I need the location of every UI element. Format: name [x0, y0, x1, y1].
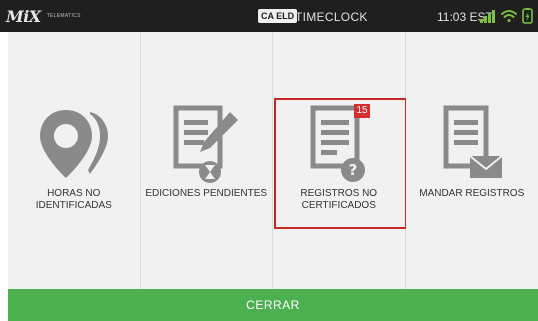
tile-label: EDICIONES PENDIENTES — [145, 188, 268, 199]
status-icons — [480, 8, 533, 24]
status-bar: MiX TELEMATICS CA ELD TIMECLOCK 11:03 ES… — [0, 0, 538, 32]
notification-badge: 15 — [354, 104, 370, 118]
close-button[interactable]: CERRAR — [8, 289, 538, 321]
eld-badge: CA ELD — [258, 9, 298, 23]
tile-pending-edits[interactable]: EDICIONES PENDIENTES — [140, 32, 273, 289]
close-button-label: CERRAR — [246, 298, 300, 312]
document-mail-icon — [443, 105, 503, 178]
tile-label: MANDAR REGISTROS — [419, 188, 525, 199]
app-title: TIMECLOCK — [295, 10, 368, 24]
location-person-icon — [39, 110, 108, 178]
tile-label: REGISTROS NO CERTIFICADOS — [300, 188, 378, 211]
wifi-icon — [501, 10, 517, 22]
tile-grid: HORAS NO IDENTIFICADAS EDICIONES PENDIEN… — [8, 32, 538, 289]
tile-uncertified-logs[interactable]: ? 15 REGISTROS NO CERTIFICADOS — [273, 32, 407, 289]
tile-unidentified-hours[interactable]: HORAS NO IDENTIFICADAS — [8, 32, 141, 289]
mix-telematics-logo: MiX TELEMATICS — [6, 6, 81, 26]
document-edit-hourglass-icon — [173, 105, 239, 183]
battery-icon — [522, 8, 533, 24]
svg-text:?: ? — [348, 161, 357, 179]
logo-subtitle: TELEMATICS — [46, 13, 81, 19]
tile-send-logs[interactable]: MANDAR REGISTROS — [405, 32, 538, 289]
logo-text: MiX — [6, 6, 41, 26]
signal-icon — [480, 10, 495, 23]
tile-label: HORAS NO IDENTIFICADAS — [35, 188, 112, 211]
